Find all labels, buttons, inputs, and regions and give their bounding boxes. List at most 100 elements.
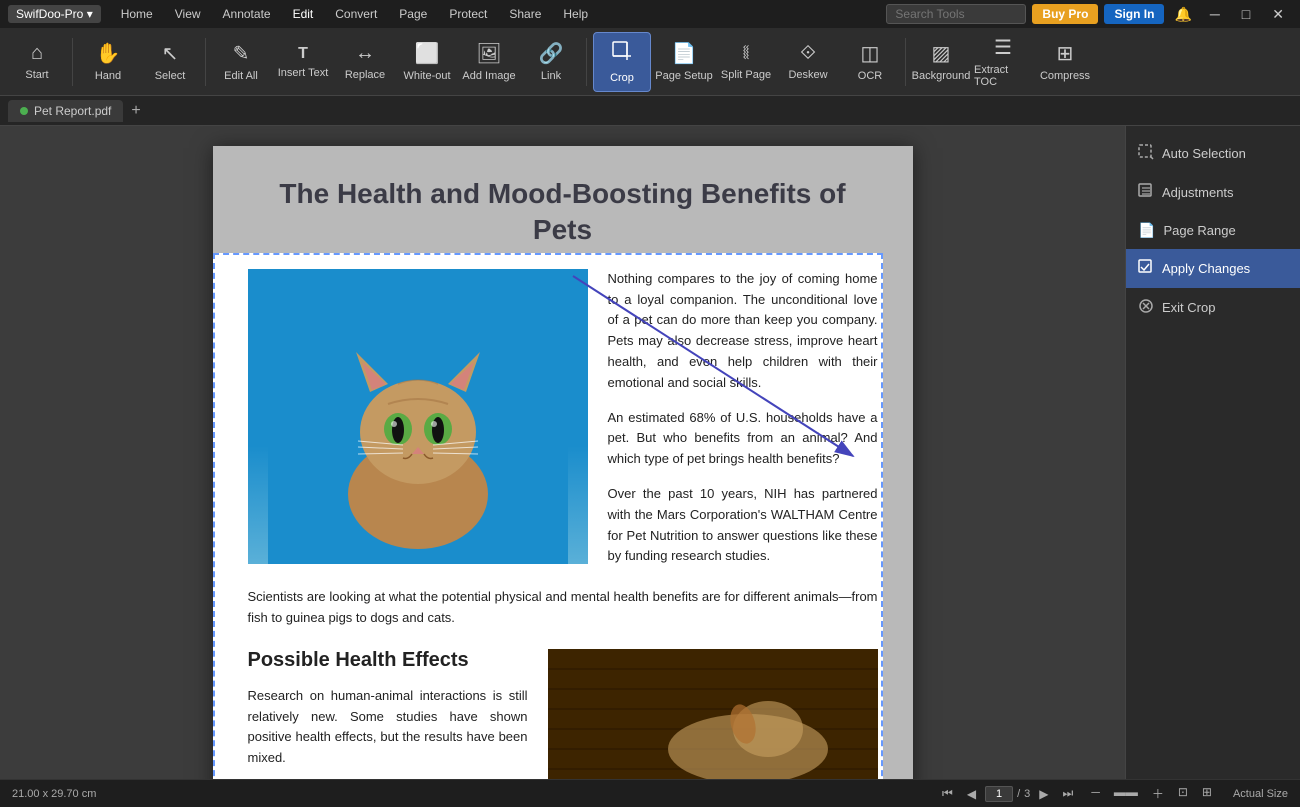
toolbar: ⌂ Start ✋ Hand ↖ Select ✎ Edit All T Ins… bbox=[0, 28, 1300, 96]
tool-select[interactable]: ↖ Select bbox=[141, 32, 199, 92]
menu-view[interactable]: View bbox=[165, 3, 211, 25]
tool-edit-all[interactable]: ✎ Edit All bbox=[212, 32, 270, 92]
toolbar-separator-2 bbox=[205, 38, 206, 86]
zoom-out-button[interactable]: ─ bbox=[1086, 783, 1105, 804]
tool-compress-label: Compress bbox=[1040, 70, 1090, 82]
search-input[interactable] bbox=[886, 4, 1026, 24]
insert-text-icon: T bbox=[298, 45, 308, 63]
sign-in-button[interactable]: Sign In bbox=[1104, 4, 1164, 24]
tool-split-page-label: Split Page bbox=[721, 69, 771, 81]
menu-convert[interactable]: Convert bbox=[325, 3, 387, 25]
tab-status-dot bbox=[20, 107, 28, 115]
tool-ocr-label: OCR bbox=[858, 70, 882, 82]
pdf-full-paragraph: Scientists are looking at what the poten… bbox=[248, 587, 878, 629]
toolbar-separator-1 bbox=[72, 38, 73, 86]
tool-replace-label: Replace bbox=[345, 69, 385, 81]
page-dimensions: 21.00 x 29.70 cm bbox=[12, 788, 96, 800]
pdf-bottom-left: Possible Health Effects Research on huma… bbox=[248, 649, 528, 779]
menu-bar-right: Buy Pro Sign In 🔔 ─ □ ✕ bbox=[886, 4, 1292, 25]
pdf-paragraph-3: Over the past 10 years, NIH has partnere… bbox=[608, 484, 878, 567]
pdf-cat-image bbox=[248, 269, 588, 564]
pdf-paragraph-2: An estimated 68% of U.S. households have… bbox=[608, 408, 878, 470]
page-setup-icon: 📄 bbox=[672, 41, 697, 66]
pdf-section-title: Possible Health Effects bbox=[248, 649, 528, 672]
tool-crop[interactable]: Crop bbox=[593, 32, 651, 92]
menu-protect[interactable]: Protect bbox=[439, 3, 497, 25]
fit-width-button[interactable]: ⊡ bbox=[1173, 783, 1193, 804]
pdf-two-column-section: Nothing compares to the joy of coming ho… bbox=[248, 269, 878, 567]
tool-start[interactable]: ⌂ Start bbox=[8, 32, 66, 92]
start-icon: ⌂ bbox=[31, 42, 43, 65]
tool-white-out[interactable]: ⬜ White-out bbox=[398, 32, 456, 92]
compress-icon: ⊞ bbox=[1057, 41, 1074, 66]
total-pages: 3 bbox=[1024, 788, 1030, 800]
tool-insert-text[interactable]: T Insert Text bbox=[274, 32, 332, 92]
panel-exit-crop-label: Exit Crop bbox=[1162, 300, 1215, 315]
tab-pet-report[interactable]: Pet Report.pdf bbox=[8, 100, 123, 122]
panel-auto-selection-label: Auto Selection bbox=[1162, 146, 1246, 161]
toolbar-separator-3 bbox=[586, 38, 587, 86]
menu-annotate[interactable]: Annotate bbox=[213, 3, 281, 25]
next-page-button[interactable]: ▶ bbox=[1034, 786, 1053, 802]
page-separator: / bbox=[1017, 788, 1020, 800]
tool-link-label: Link bbox=[541, 70, 561, 82]
white-out-icon: ⬜ bbox=[415, 41, 440, 66]
menu-help[interactable]: Help bbox=[553, 3, 598, 25]
tool-white-out-label: White-out bbox=[403, 70, 450, 82]
panel-apply-changes[interactable]: Apply Changes bbox=[1126, 249, 1300, 288]
tool-select-label: Select bbox=[155, 70, 186, 82]
tool-compress[interactable]: ⊞ Compress bbox=[1036, 32, 1094, 92]
panel-adjustments[interactable]: Adjustments bbox=[1126, 173, 1300, 212]
tool-background[interactable]: ▨ Background bbox=[912, 32, 970, 92]
tool-deskew[interactable]: ⟐ Deskew bbox=[779, 32, 837, 92]
tool-extract-toc[interactable]: ☰ Extract TOC bbox=[974, 32, 1032, 92]
close-button[interactable]: ✕ bbox=[1264, 4, 1292, 25]
last-page-button[interactable]: ⏭ bbox=[1058, 785, 1079, 802]
maximize-button[interactable]: □ bbox=[1234, 4, 1258, 24]
notification-icon[interactable]: 🔔 bbox=[1170, 4, 1195, 25]
tool-page-setup[interactable]: 📄 Page Setup bbox=[655, 32, 713, 92]
menu-home[interactable]: Home bbox=[111, 3, 163, 25]
tool-ocr[interactable]: ◫ OCR bbox=[841, 32, 899, 92]
menu-share[interactable]: Share bbox=[499, 3, 551, 25]
current-page-input[interactable] bbox=[985, 786, 1013, 802]
minimize-button[interactable]: ─ bbox=[1202, 4, 1228, 24]
page-range-icon: 📄 bbox=[1138, 222, 1155, 239]
menu-page[interactable]: Page bbox=[389, 3, 437, 25]
tool-split-page[interactable]: ⧛ Split Page bbox=[717, 32, 775, 92]
link-icon: 🔗 bbox=[539, 41, 564, 66]
panel-page-range[interactable]: 📄 Page Range bbox=[1126, 212, 1300, 249]
tool-deskew-label: Deskew bbox=[788, 69, 827, 81]
edit-all-icon: ✎ bbox=[233, 41, 250, 66]
panel-exit-crop[interactable]: Exit Crop bbox=[1126, 288, 1300, 327]
right-panel: Auto Selection Adjustments 📄 Page Range bbox=[1125, 126, 1300, 779]
page-navigation: ⏮ ◀ / 3 ▶ ⏭ bbox=[937, 785, 1078, 802]
app-logo[interactable]: SwifDoo-Pro ▾ bbox=[8, 5, 101, 23]
panel-adjustments-label: Adjustments bbox=[1162, 185, 1234, 200]
status-bar: 21.00 x 29.70 cm ⏮ ◀ / 3 ▶ ⏭ ─ ▬▬ ＋ ⊡ ⊞ … bbox=[0, 779, 1300, 807]
replace-icon: ↔ bbox=[355, 42, 375, 65]
menu-edit[interactable]: Edit bbox=[283, 3, 324, 25]
crop-icon bbox=[611, 40, 633, 68]
tab-filename: Pet Report.pdf bbox=[34, 104, 111, 118]
tool-add-image[interactable]: 🖼 Add Image bbox=[460, 32, 518, 92]
menu-bar: SwifDoo-Pro ▾ Home View Annotate Edit Co… bbox=[0, 0, 1300, 28]
thumbnail-view-button[interactable]: ⊞ bbox=[1197, 783, 1217, 804]
tab-add-button[interactable]: + bbox=[123, 98, 148, 124]
panel-auto-selection[interactable]: Auto Selection bbox=[1126, 134, 1300, 173]
zoom-slider-area[interactable]: ▬▬ bbox=[1109, 783, 1143, 804]
buy-pro-button[interactable]: Buy Pro bbox=[1032, 4, 1098, 24]
ocr-icon: ◫ bbox=[861, 41, 880, 66]
main-area: The Health and Mood-Boosting Benefits of… bbox=[0, 126, 1300, 779]
tool-hand[interactable]: ✋ Hand bbox=[79, 32, 137, 92]
tool-crop-label: Crop bbox=[610, 72, 634, 84]
zoom-in-button[interactable]: ＋ bbox=[1147, 783, 1169, 804]
add-image-icon: 🖼 bbox=[476, 41, 501, 66]
crop-overlay-top bbox=[213, 146, 913, 253]
first-page-button[interactable]: ⏮ bbox=[937, 785, 958, 802]
prev-page-button[interactable]: ◀ bbox=[962, 786, 981, 802]
tool-replace[interactable]: ↔ Replace bbox=[336, 32, 394, 92]
panel-apply-changes-label: Apply Changes bbox=[1162, 261, 1250, 276]
tool-link[interactable]: 🔗 Link bbox=[522, 32, 580, 92]
pdf-viewer[interactable]: The Health and Mood-Boosting Benefits of… bbox=[0, 126, 1125, 779]
